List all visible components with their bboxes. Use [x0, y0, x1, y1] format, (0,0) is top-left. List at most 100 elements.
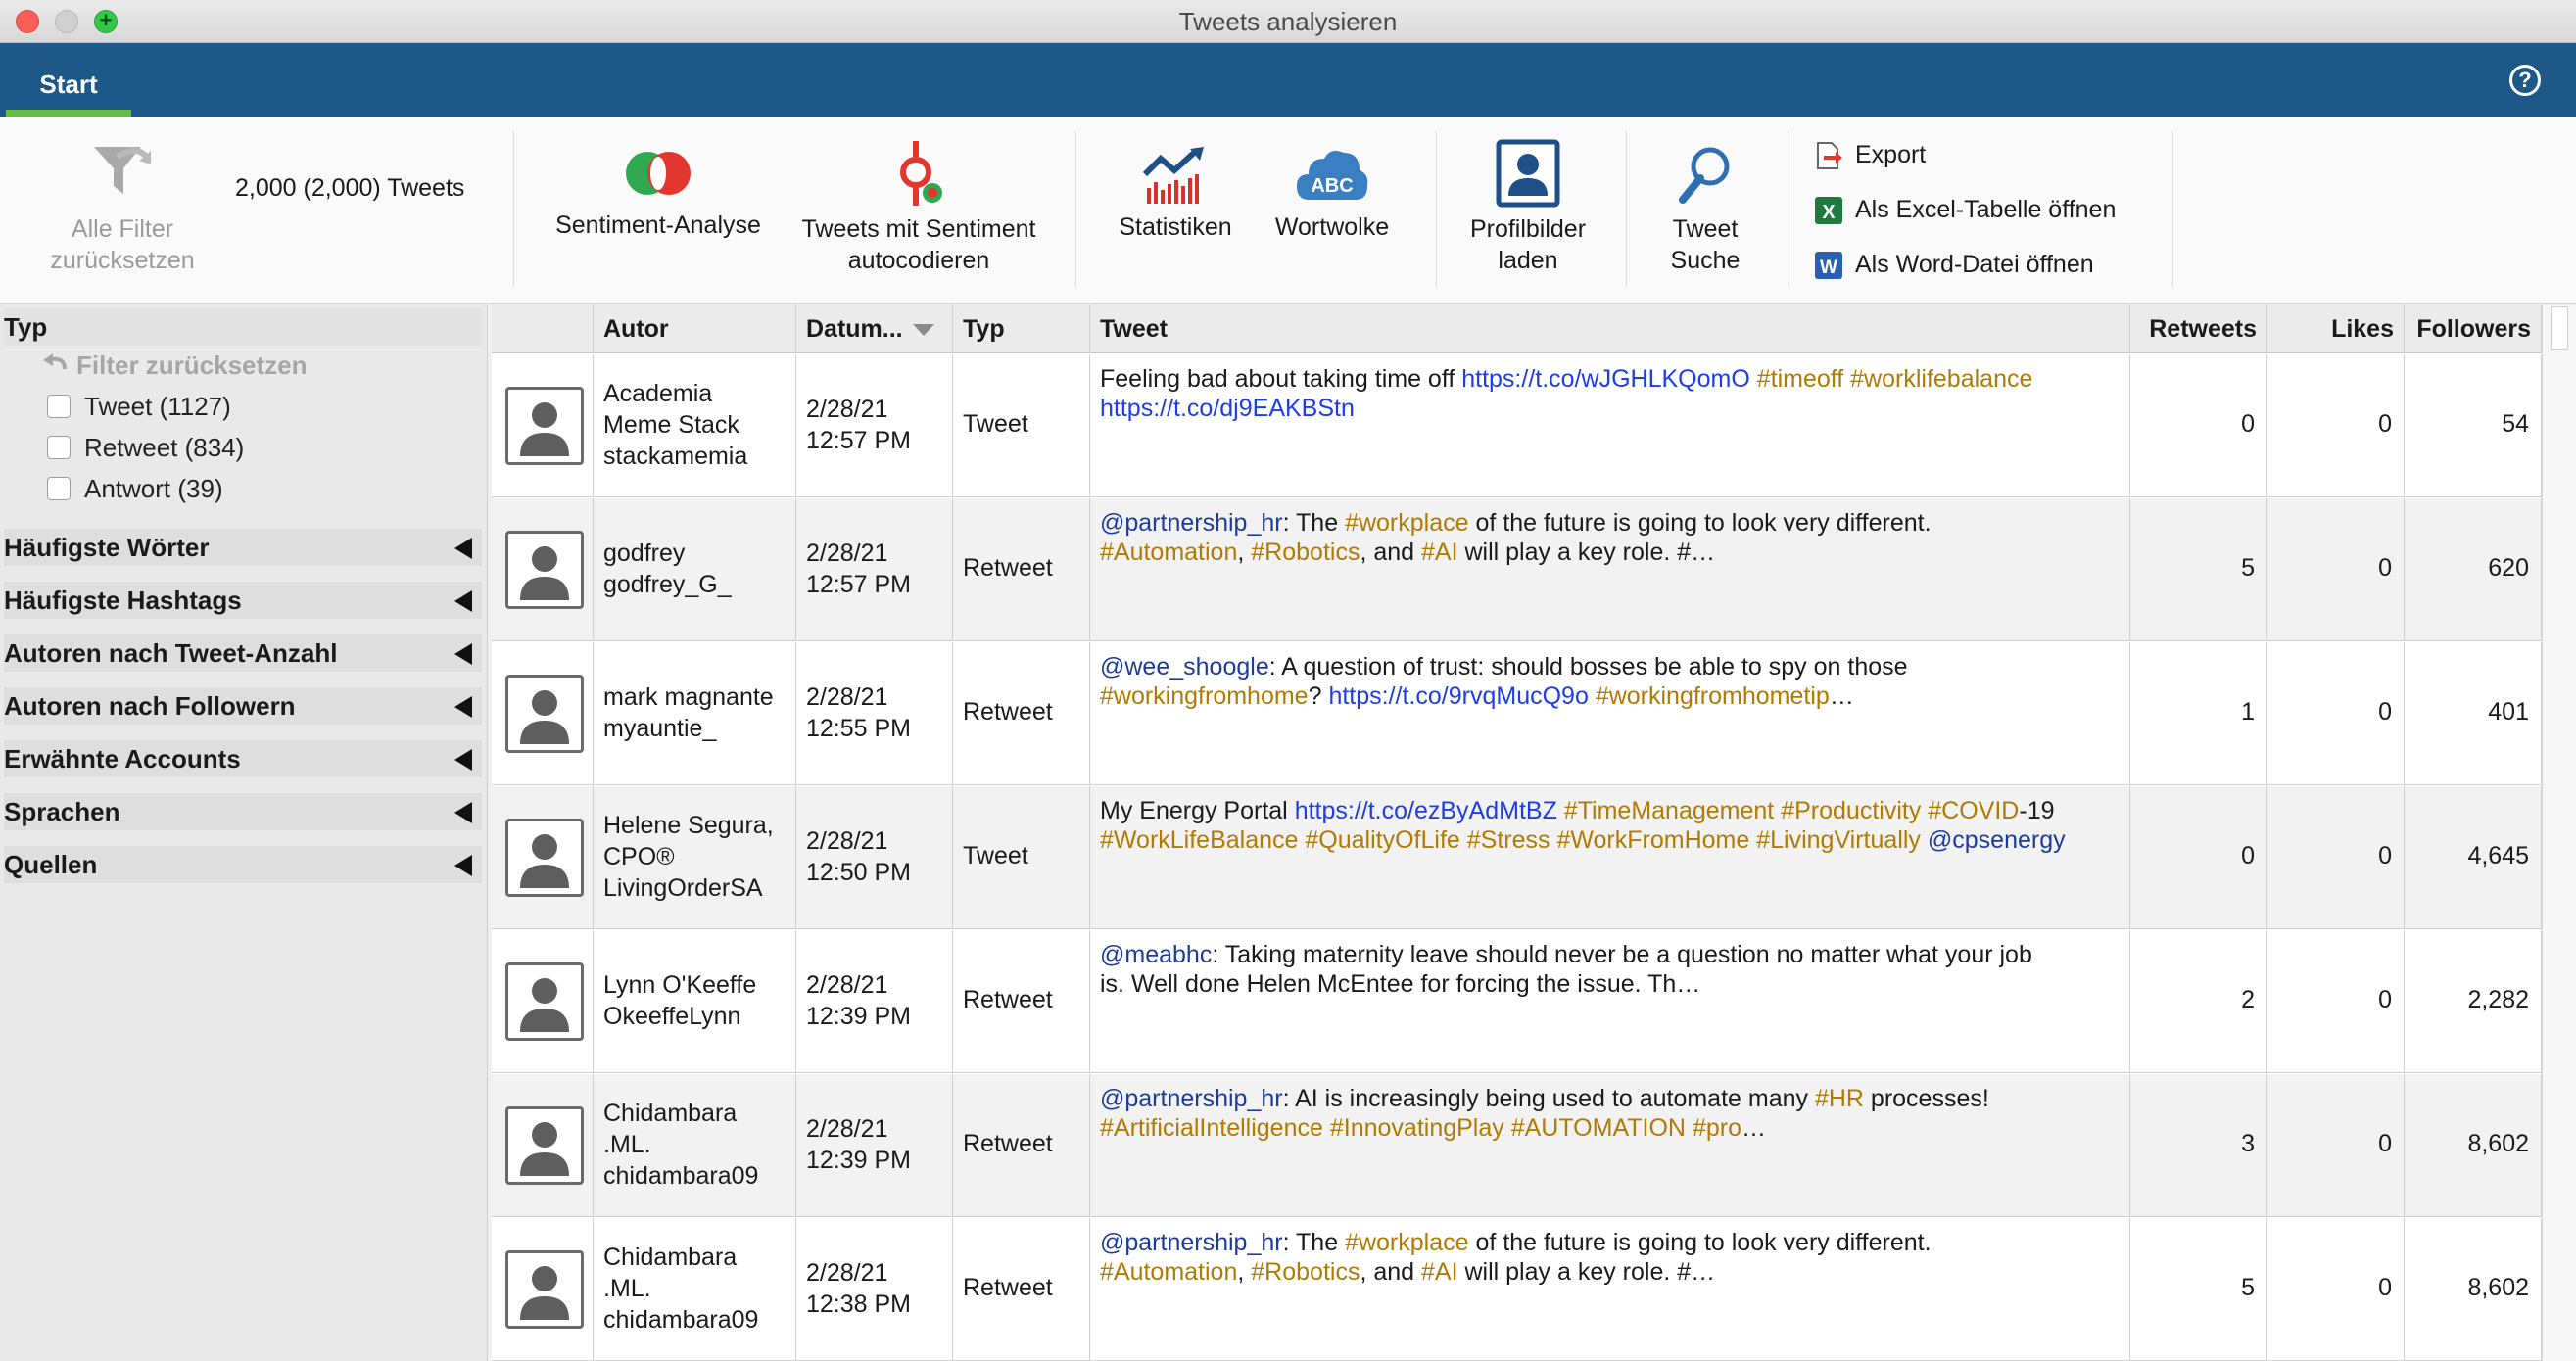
- author-cell: Helene Segura, CPO® LivingOrderSA: [594, 786, 796, 929]
- column-header-avatar[interactable]: [492, 305, 594, 353]
- tweet-mention[interactable]: @wee_shoogle: [1100, 653, 1269, 680]
- tweet-hashtag[interactable]: #AUTOMATION: [1511, 1114, 1686, 1142]
- checkbox[interactable]: [47, 436, 71, 460]
- vertical-scrollbar[interactable]: [2542, 305, 2576, 1361]
- minimize-window-button[interactable]: [55, 10, 78, 33]
- help-icon[interactable]: ?: [2509, 65, 2541, 96]
- tweet-hashtag[interactable]: #AI: [1421, 1258, 1458, 1286]
- tweet-hashtag[interactable]: #WorkFromHome: [1556, 826, 1749, 854]
- tweet-line: @partnership_hr: The #workplace of the f…: [1100, 508, 2116, 538]
- author-line: Lynn O'Keeffe: [603, 971, 757, 999]
- tweet-hashtag[interactable]: #Automation: [1100, 539, 1237, 566]
- tweet-hashtag[interactable]: #InnovatingPlay: [1330, 1114, 1504, 1142]
- close-window-button[interactable]: [16, 10, 39, 33]
- autocode-sentiment-button[interactable]: Tweets mit Sentiment autocodieren: [784, 139, 1054, 276]
- column-header-type[interactable]: Typ: [953, 305, 1090, 353]
- tweet-line: @wee_shoogle: A question of trust: shoul…: [1100, 652, 2116, 681]
- tweet-hashtag[interactable]: #worklifebalance: [1850, 365, 2032, 393]
- filter-section-autoren-tweet-anzahl[interactable]: Autoren nach Tweet-Anzahl: [4, 634, 482, 672]
- tweet-mention[interactable]: @partnership_hr: [1100, 509, 1283, 537]
- tweet-link[interactable]: https://t.co/wJGHLKQomO: [1461, 365, 1750, 393]
- table-row[interactable]: Helene Segura, CPO® LivingOrderSA 2/28/21 12…: [492, 786, 2576, 929]
- statistics-icon: [1142, 147, 1204, 204]
- filter-section-autoren-followern[interactable]: Autoren nach Followern: [4, 687, 482, 725]
- tweet-hashtag[interactable]: #workingfromhome: [1100, 682, 1309, 710]
- tweet-hashtag[interactable]: #AI: [1421, 539, 1458, 566]
- tab-start[interactable]: Start: [6, 57, 131, 117]
- date-line: 12:38 PM: [806, 1291, 912, 1318]
- filter-section-typ[interactable]: Typ: [4, 308, 482, 346]
- tweet-text: [1921, 826, 1928, 854]
- table-row[interactable]: Chidambara .ML. chidambara09 2/28/21 12:38 P…: [492, 1218, 2576, 1361]
- tweet-hashtag[interactable]: #WorkLifeBalance: [1100, 826, 1298, 854]
- tweet-hashtag[interactable]: #pro: [1693, 1114, 1741, 1142]
- column-header-author[interactable]: Autor: [594, 305, 796, 353]
- filter-section-erwaehnte-accounts[interactable]: Erwähnte Accounts: [4, 740, 482, 777]
- tweet-mention[interactable]: @meabhc: [1100, 941, 1212, 968]
- tweet-hashtag[interactable]: #TimeManagement: [1564, 797, 1774, 824]
- column-header-tweet[interactable]: Tweet: [1090, 305, 2130, 353]
- column-header-likes[interactable]: Likes: [2267, 305, 2405, 353]
- date-line: 2/28/21: [806, 1259, 888, 1287]
- sentiment-analysis-button[interactable]: Sentiment-Analyse: [545, 143, 772, 241]
- tweet-hashtag[interactable]: #workplace: [1345, 509, 1468, 537]
- avatar-cell: [492, 786, 594, 929]
- load-profile-images-button[interactable]: Profilbilder laden: [1450, 139, 1606, 276]
- table-row[interactable]: mark magnante myauntie_ 2/28/21 12:55 PM Ret…: [492, 642, 2576, 785]
- table-row[interactable]: Academia Meme Stack stackamemia 2/28/21 12:5…: [492, 354, 2576, 497]
- word-cloud-button[interactable]: ABC Wortwolke: [1264, 143, 1401, 243]
- tweet-hashtag[interactable]: #HR: [1815, 1085, 1864, 1112]
- statistics-button[interactable]: Statistiken: [1097, 145, 1254, 243]
- tweet-hashtag[interactable]: #Productivity: [1781, 797, 1921, 824]
- column-header-retweets[interactable]: Retweets: [2130, 305, 2267, 353]
- filter-option-antwort[interactable]: Antwort (39): [47, 471, 223, 506]
- author-line: Chidambara: [603, 1100, 738, 1127]
- tweet-hashtag[interactable]: #Robotics: [1251, 1258, 1360, 1286]
- scrollbar-thumb[interactable]: [2551, 306, 2568, 350]
- column-header-followers[interactable]: Followers: [2405, 305, 2542, 353]
- tweet-hashtag[interactable]: #Stress: [1467, 826, 1550, 854]
- column-header-date[interactable]: Datum...: [796, 305, 953, 353]
- tweet-link[interactable]: https://t.co/9rvqMucQ9o: [1328, 682, 1588, 710]
- tweet-hashtag[interactable]: #COVID: [1928, 797, 2019, 824]
- reset-all-filters-button[interactable]: Alle Filter zurücksetzen: [20, 139, 225, 276]
- author-cell: mark magnante myauntie_: [594, 642, 796, 785]
- table-row[interactable]: Chidambara .ML. chidambara09 2/28/21 12:39 P…: [492, 1074, 2576, 1217]
- tweet-hashtag[interactable]: #timeoff: [1757, 365, 1843, 393]
- checkbox[interactable]: [47, 477, 71, 501]
- open-excel-button[interactable]: X Als Excel-Tabelle öffnen: [1814, 190, 2116, 229]
- tweet-search-button[interactable]: Tweet Suche: [1640, 143, 1771, 276]
- tweet-hashtag[interactable]: #QualityOfLife: [1305, 826, 1459, 854]
- open-word-button[interactable]: W Als Word-Datei öffnen: [1814, 245, 2094, 284]
- export-button[interactable]: Export: [1814, 135, 1926, 174]
- tweet-hashtag[interactable]: #workplace: [1345, 1229, 1468, 1256]
- table-header: Autor Datum... Typ Tweet Retweets Likes …: [492, 305, 2576, 353]
- filter-option-tweet[interactable]: Tweet (1127): [47, 389, 231, 424]
- filter-section-haeufigste-woerter[interactable]: Häufigste Wörter: [4, 529, 482, 566]
- tweet-hashtag[interactable]: #Robotics: [1251, 539, 1360, 566]
- tweet-hashtag[interactable]: #LivingVirtually: [1756, 826, 1921, 854]
- table-row[interactable]: godfrey godfrey_G_ 2/28/21 12:57 PM Retweet @…: [492, 498, 2576, 641]
- filter-section-haeufigste-hashtags[interactable]: Häufigste Hashtags: [4, 582, 482, 619]
- filter-section-quellen[interactable]: Quellen: [4, 846, 482, 883]
- tweet-text: : The: [1282, 1229, 1346, 1256]
- filter-section-sprachen[interactable]: Sprachen: [4, 793, 482, 830]
- filter-reset-link[interactable]: Filter zurücksetzen: [43, 348, 308, 383]
- filter-option-retweet[interactable]: Retweet (834): [47, 430, 244, 465]
- tweet-hashtag[interactable]: #ArtificialIntelligence: [1100, 1114, 1323, 1142]
- tweet-mention[interactable]: @partnership_hr: [1100, 1229, 1283, 1256]
- type-cell: Retweet: [953, 1074, 1090, 1217]
- followers-cell: 2,282: [2405, 930, 2542, 1073]
- tweet-link[interactable]: https://t.co/ezByAdMtBZ: [1295, 797, 1557, 824]
- avatar-cell: [492, 1074, 594, 1217]
- table-row[interactable]: Lynn O'Keeffe OkeeffeLynn 2/28/21 12:39 PM R…: [492, 930, 2576, 1073]
- tweet-hashtag[interactable]: #workingfromhometip: [1596, 682, 1830, 710]
- filter-section-title: Sprachen: [4, 797, 120, 826]
- tweet-link[interactable]: https://t.co/dj9EAKBStn: [1100, 395, 1355, 422]
- checkbox[interactable]: [47, 395, 71, 419]
- tweet-mention[interactable]: @partnership_hr: [1100, 1085, 1283, 1112]
- tweet-mention[interactable]: @cpsenergy: [1928, 826, 2066, 854]
- tweet-hashtag[interactable]: #Automation: [1100, 1258, 1237, 1286]
- type-cell: Retweet: [953, 930, 1090, 1073]
- zoom-window-button[interactable]: +: [94, 10, 118, 33]
